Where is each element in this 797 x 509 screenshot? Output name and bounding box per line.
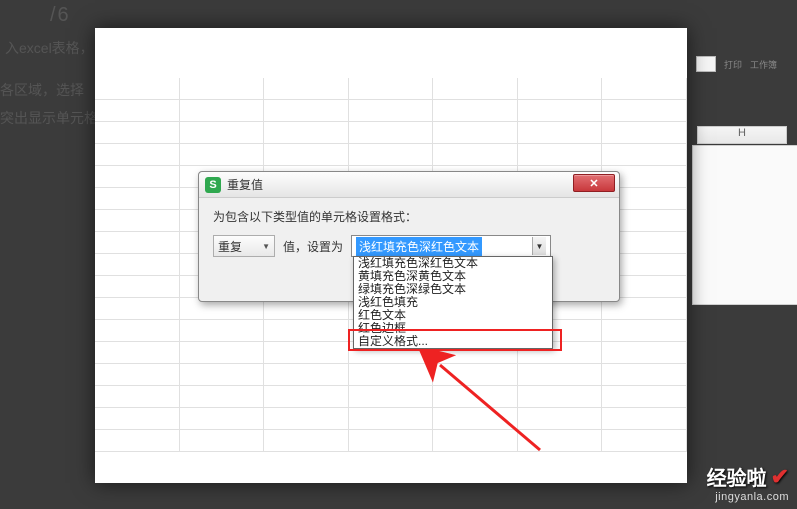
chevron-down-icon: ▼ (262, 242, 270, 251)
bg-fragment: 突出显示单元格 (0, 108, 98, 128)
print-icon (696, 56, 716, 72)
bg-fragment: /6 (50, 4, 71, 27)
ribbon-right-fragment: 打印 工作簿 (692, 52, 797, 76)
right-panel-fragment (692, 145, 797, 305)
ribbon-label: 打印 (724, 58, 742, 71)
dropdown-option[interactable]: 绿填充色深绿色文本 (354, 283, 552, 296)
dropdown-option[interactable]: 浅红色填充 (354, 296, 552, 309)
dialog-instruction: 为包含以下类型值的单元格设置格式： (213, 208, 605, 225)
dropdown-option[interactable]: 黄填充色深黄色文本 (354, 270, 552, 283)
watermark: 经验啦 ✔ jingyanla.com (707, 462, 789, 503)
chevron-down-icon: ▼ (532, 237, 546, 255)
watermark-text: 经验啦 (707, 462, 767, 491)
type-select-value: 重复 (218, 238, 242, 255)
ribbon-label: 工作簿 (750, 58, 777, 71)
dialog-titlebar[interactable]: S 重复值 ✕ (199, 172, 619, 198)
check-icon: ✔ (771, 464, 789, 490)
annotation-arrow (410, 350, 570, 470)
dialog-title: 重复值 (227, 176, 263, 193)
mid-label: 值，设置为 (283, 238, 343, 255)
close-button[interactable]: ✕ (573, 174, 615, 192)
watermark-url: jingyanla.com (707, 491, 789, 503)
dropdown-option[interactable]: 浅红填充色深红色文本 (354, 257, 552, 270)
format-select[interactable]: 浅红填充色深红色文本 ▼ (351, 235, 551, 257)
bg-fragment: 各区域，选择 (0, 80, 84, 100)
column-header-h[interactable]: H (697, 126, 787, 144)
dropdown-option[interactable]: 红色文本 (354, 309, 552, 322)
annotation-highlight (348, 329, 562, 351)
close-icon: ✕ (589, 177, 598, 190)
bg-fragment: 入excel表格， (5, 38, 94, 58)
app-icon: S (205, 177, 221, 193)
type-select[interactable]: 重复 ▼ (213, 235, 275, 257)
format-select-value: 浅红填充色深红色文本 (356, 237, 482, 256)
